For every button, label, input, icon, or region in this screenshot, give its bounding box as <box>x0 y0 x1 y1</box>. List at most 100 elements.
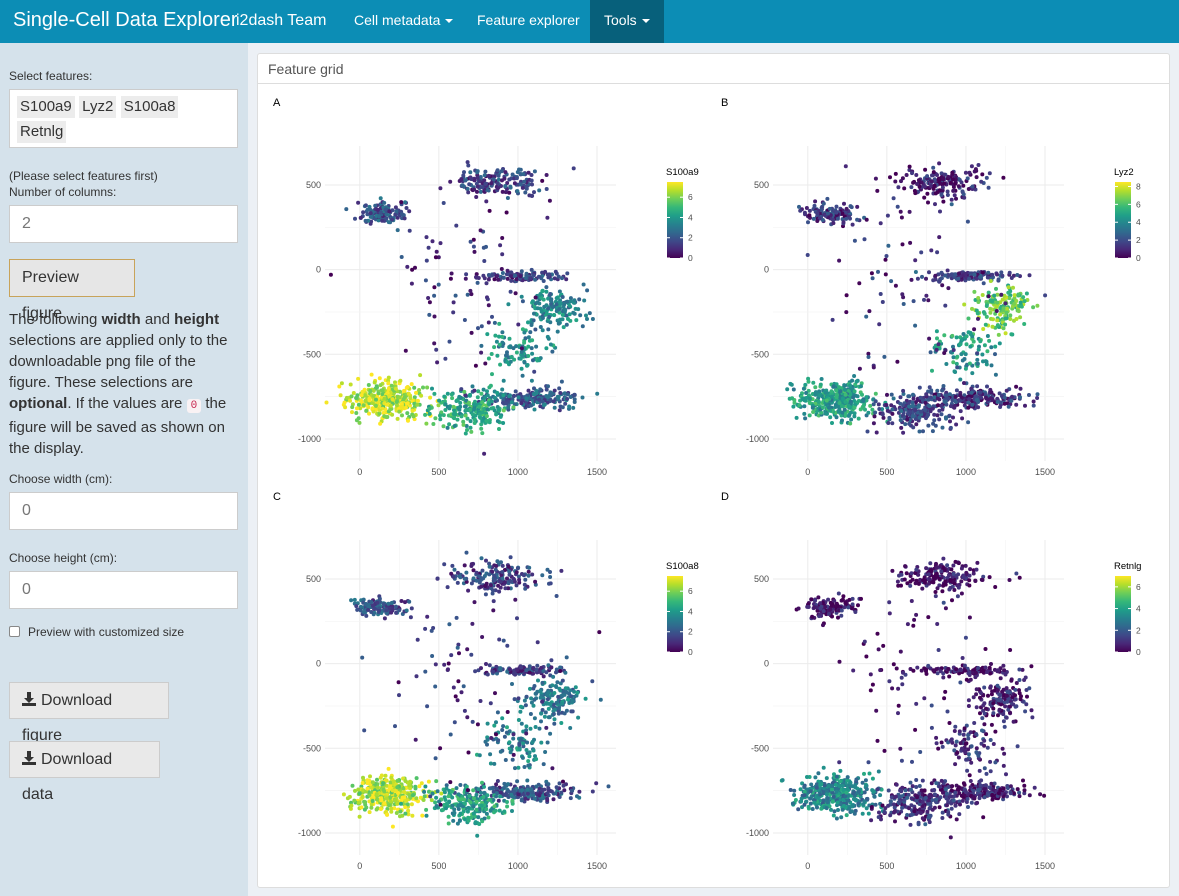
data-point <box>404 401 409 406</box>
data-point <box>518 709 523 714</box>
app-title[interactable]: Single-Cell Data Explorer <box>13 9 238 32</box>
data-point <box>966 316 971 321</box>
data-point <box>827 405 832 410</box>
data-point <box>464 570 469 575</box>
data-point <box>948 579 953 584</box>
data-point <box>842 383 847 388</box>
data-point <box>544 173 549 177</box>
feature-chip[interactable]: Retnlg <box>17 121 67 143</box>
y-tick-label: -500 <box>303 743 321 753</box>
data-point <box>430 654 435 658</box>
data-point <box>508 579 513 584</box>
data-point <box>456 803 461 808</box>
data-point <box>914 422 919 427</box>
data-point <box>934 565 939 570</box>
data-point <box>569 788 574 793</box>
nav-tools[interactable]: Tools <box>590 0 664 43</box>
data-point <box>829 394 834 399</box>
data-point <box>980 293 985 297</box>
data-point <box>532 407 537 412</box>
data-point <box>543 750 548 754</box>
data-point <box>529 787 534 792</box>
data-point <box>451 404 456 409</box>
data-point <box>461 422 466 427</box>
data-point <box>926 423 931 428</box>
data-point <box>935 388 940 393</box>
data-point <box>365 786 370 791</box>
data-point <box>932 418 937 423</box>
data-point <box>451 310 456 315</box>
legend-title: S100a8 <box>666 561 699 572</box>
data-point <box>405 411 410 416</box>
data-point <box>568 796 573 801</box>
data-point <box>985 275 990 280</box>
data-point <box>489 352 494 356</box>
data-point <box>498 414 503 419</box>
data-point <box>522 360 527 365</box>
data-point <box>352 798 357 803</box>
download-figure-button[interactable]: Download figure <box>9 682 169 744</box>
data-point <box>878 292 883 296</box>
data-point <box>482 173 487 178</box>
data-point <box>339 381 344 386</box>
data-point <box>828 415 833 420</box>
data-point <box>441 201 446 205</box>
data-point <box>937 235 942 240</box>
preview-custom-size-row[interactable]: Preview with customized size <box>9 625 184 639</box>
nav-feature-explorer[interactable]: Feature explorer <box>463 0 588 43</box>
data-point <box>510 798 515 803</box>
data-point <box>933 423 938 428</box>
data-point <box>950 170 955 175</box>
data-point <box>488 808 493 813</box>
data-point <box>455 570 460 575</box>
data-point <box>402 795 407 800</box>
data-point <box>348 382 353 387</box>
data-point <box>375 777 379 782</box>
columns-input[interactable]: 2 <box>9 205 238 243</box>
data-point <box>468 288 473 293</box>
data-point <box>448 276 453 281</box>
feature-chip[interactable]: S100a9 <box>17 96 75 118</box>
data-point <box>514 350 519 355</box>
nav-cell-metadata[interactable]: Cell metadata <box>340 0 461 43</box>
feature-chip[interactable]: Lyz2 <box>79 96 117 118</box>
data-point <box>960 189 965 194</box>
data-point <box>935 250 940 255</box>
height-input[interactable]: 0 <box>9 571 238 609</box>
data-point <box>494 339 499 344</box>
data-point <box>516 395 521 400</box>
width-input[interactable]: 0 <box>9 492 238 530</box>
data-point <box>1021 295 1026 300</box>
data-point <box>851 395 856 400</box>
data-point <box>350 405 355 410</box>
data-point <box>476 787 481 792</box>
data-point <box>483 584 488 588</box>
data-point <box>903 564 908 569</box>
data-point <box>535 306 540 311</box>
data-point <box>996 277 1001 282</box>
data-point <box>876 269 880 274</box>
data-point <box>462 708 467 713</box>
data-point <box>531 703 536 708</box>
feature-select-input[interactable]: S100a9 Lyz2 S100a8 Retnlg <box>9 89 238 148</box>
feature-chip[interactable]: S100a8 <box>120 96 179 118</box>
data-point <box>965 176 970 181</box>
preview-figure-button[interactable]: Preview figure <box>9 259 135 322</box>
sidebar: Select features: S100a9 Lyz2 S100a8 Retn… <box>0 43 248 896</box>
data-point <box>549 789 554 794</box>
data-point <box>537 726 542 731</box>
preview-custom-size-checkbox[interactable] <box>9 626 20 637</box>
data-point <box>809 597 814 602</box>
data-point <box>384 216 389 221</box>
data-point <box>995 323 1000 328</box>
download-data-button[interactable]: Download data <box>9 741 160 803</box>
data-point <box>532 369 537 374</box>
data-point <box>399 599 404 603</box>
data-point <box>434 795 439 800</box>
width-label: Choose width (cm): <box>9 472 113 486</box>
data-point <box>484 199 489 204</box>
data-point <box>590 317 595 321</box>
data-point <box>914 567 919 572</box>
data-point <box>951 355 956 360</box>
data-point <box>542 714 547 719</box>
